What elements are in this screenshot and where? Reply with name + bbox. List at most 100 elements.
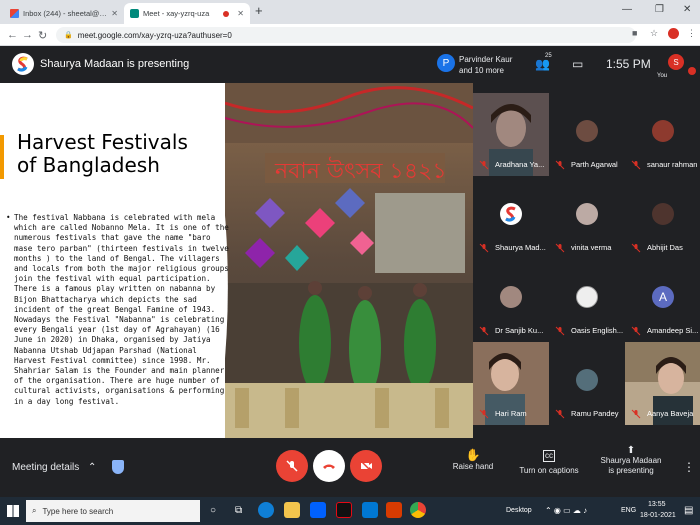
lock-icon: 🔒 [64,32,73,39]
participant-name: Aradhana Ya... [495,160,545,169]
participant-avatar [652,120,674,142]
slide-accent-bar [0,135,4,179]
end-call-icon [323,464,335,469]
people-count: 25 [545,53,552,59]
language-indicator[interactable]: ENG [621,507,636,514]
menu-icon[interactable]: ⋮ [687,28,696,39]
address-bar[interactable]: 🔒 meet.google.com/xay-yzrq-uza?authuser=… [56,27,636,43]
pinned-avatar[interactable]: P [437,54,455,72]
end-call-button[interactable] [313,450,345,482]
captions-icon: cc [543,450,555,462]
tab-gmail[interactable]: Inbox (244) - sheetal@theindian ✕ [4,3,124,24]
participant-tile[interactable]: Hari Ram [473,342,549,425]
participant-tile[interactable]: Aanya Baveja [625,342,700,425]
participant-name: Aanya Baveja [647,409,694,418]
participant-grid: Aradhana Ya... Parth Agarwal sanaur rahm… [473,88,700,425]
close-tab-icon[interactable]: ✕ [111,9,118,18]
participant-name: sanaur rahman [647,160,698,169]
task-view-icon[interactable]: ⧉ [235,505,242,516]
cortana-icon[interactable]: ○ [210,505,216,516]
dropbox-icon[interactable] [310,502,326,518]
participant-name: Parth Agarwal [571,160,618,169]
self-mic-off-icon [688,67,696,75]
maximize-icon[interactable]: ❐ [655,4,664,15]
taskbar-date: 18-01-2021 [640,512,676,519]
file-explorer-icon[interactable] [284,502,300,518]
raise-hand-button[interactable]: ✋ Raise hand [448,448,498,472]
pinned-participants[interactable]: Parvinder Kaur and 10 more [459,54,512,76]
meet-control-bar: Meeting details ⌃ ✋ Raise hand cc Turn o… [0,438,700,497]
participant-name: vinita verma [571,243,612,252]
chat-icon[interactable]: ▭ [572,57,583,71]
notification-icon[interactable]: ▤ [684,505,693,516]
participant-tile[interactable]: Ramu Pandey [549,342,625,425]
mic-off-icon [555,160,565,170]
new-tab-icon[interactable]: + [255,3,263,18]
minimize-icon[interactable]: — [622,4,632,15]
shield-icon[interactable] [112,460,124,474]
mic-off-icon [479,160,489,170]
participant-tile[interactable]: sanaur rahman [625,93,700,176]
camera-icon[interactable]: ■ [632,28,637,38]
close-window-icon[interactable]: ✕ [683,4,691,15]
participant-tile[interactable]: A Amandeep Si... [625,259,700,342]
browser-toolbar: ← → ↻ 🔒 meet.google.com/xay-yzrq-uza?aut… [0,24,700,46]
participant-tile[interactable]: Parth Agarwal [549,93,625,176]
gmail-icon [10,9,19,18]
reload-icon[interactable]: ↻ [38,29,47,42]
windows-taskbar: ⌕ Type here to search ○ ⧉ Desktop ⌃ ◉ ▭ … [0,497,700,525]
chrome-icon[interactable] [410,502,426,518]
netflix-icon[interactable] [336,502,352,518]
tab-meet-label: Meet - xay-yzrq-uza [143,9,210,18]
captions-button[interactable]: cc Turn on captions [518,450,580,476]
tray-icons[interactable]: ⌃ ◉ ▭ ☁ ♪ [545,506,587,515]
participant-name: Shaurya Mad... [495,243,546,252]
windows-start-icon[interactable] [7,505,19,517]
meet-icon [130,9,139,18]
present-label-2: is presenting [608,466,654,475]
mic-off-icon [555,326,565,336]
profile-icon[interactable] [668,28,679,39]
mic-off-icon [555,243,565,253]
participant-tile[interactable]: Aradhana Ya... [473,93,549,176]
tab-gmail-label: Inbox (244) - sheetal@theindian [23,9,107,18]
close-tab-icon[interactable]: ✕ [237,9,244,18]
hand-icon: ✋ [465,448,481,462]
mail-icon[interactable] [362,502,378,518]
camera-off-icon [360,460,372,472]
present-now-button[interactable]: ⬆ Shaurya Madaan is presenting [595,446,667,476]
participant-tile[interactable]: Oasis English... [549,259,625,342]
edge-icon[interactable] [258,502,274,518]
mic-off-icon [631,160,641,170]
participant-tile[interactable]: Shaurya Mad... [473,176,549,259]
participant-avatar [500,286,522,308]
participant-avatar [652,203,674,225]
participant-tile[interactable]: vinita verma [549,176,625,259]
mic-off-icon [631,409,641,419]
participant-tile[interactable]: Abhijit Das [625,176,700,259]
captions-label: Turn on captions [519,466,579,475]
mic-off-icon [286,460,298,472]
star-icon[interactable]: ☆ [650,28,658,39]
office-icon[interactable] [386,502,402,518]
desktop-label[interactable]: Desktop [506,507,532,514]
url-text: meet.google.com/xay-yzrq-uza?authuser=0 [77,30,232,40]
bullet-glyph: • [6,213,11,222]
meeting-details-button[interactable]: Meeting details ⌃ [12,462,96,473]
present-icon: ⬆ [626,445,636,456]
participant-name: Hari Ram [495,409,527,418]
people-icon[interactable]: 👥 [535,57,550,71]
mic-off-icon [631,326,641,336]
taskbar-search[interactable]: ⌕ Type here to search [26,500,200,522]
participant-tile[interactable]: Dr Sanjib Ku... [473,259,549,342]
more-options-icon[interactable]: ⋮ [683,460,695,474]
mic-toggle-button[interactable] [276,450,308,482]
back-icon[interactable]: ← [7,29,18,41]
forward-icon[interactable]: → [22,29,33,41]
participant-avatar [576,286,598,308]
participant-logo-icon [500,203,522,225]
camera-toggle-button[interactable] [350,450,382,482]
tab-meet[interactable]: Meet - xay-yzrq-uza ✕ [124,3,250,24]
participant-name: Oasis English... [571,326,624,335]
mic-off-icon [479,243,489,253]
